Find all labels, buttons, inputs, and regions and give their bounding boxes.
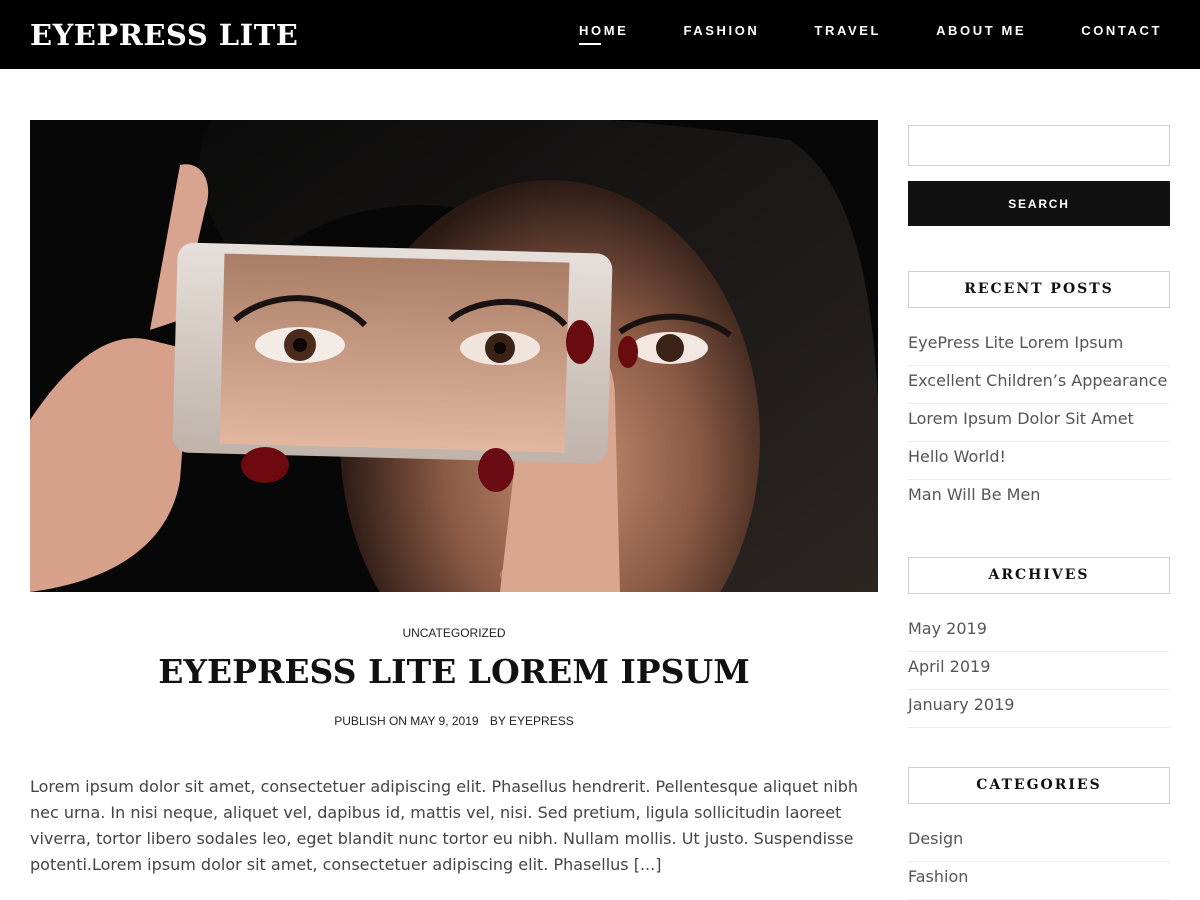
- post-title[interactable]: EYEPRESS LITE LOREM IPSUM: [30, 652, 878, 691]
- categories-title: CATEGORIES: [908, 767, 1170, 804]
- site-header: EYEPRESS LITE HOME FASHION TRAVEL ABOUT …: [0, 0, 1200, 69]
- archive-link[interactable]: April 2019: [908, 652, 1170, 682]
- archives-list: May 2019 April 2019 January 2019: [908, 614, 1170, 728]
- post-excerpt: Lorem ipsum dolor sit amet, consectetuer…: [30, 777, 859, 874]
- post-date[interactable]: PUBLISH ON MAY 9, 2019: [334, 714, 478, 728]
- list-item: Man Will Be Men: [908, 480, 1170, 518]
- nav-home[interactable]: HOME: [579, 23, 628, 45]
- recent-post-link[interactable]: Man Will Be Men: [908, 480, 1170, 510]
- list-item: Hello World!: [908, 442, 1170, 480]
- list-item: EyePress Lite Lorem Ipsum: [908, 328, 1170, 366]
- category-link[interactable]: Design: [908, 824, 1170, 854]
- archive-link[interactable]: May 2019: [908, 614, 1170, 644]
- recent-posts-title: RECENT POSTS: [908, 271, 1170, 308]
- post-meta: PUBLISH ON MAY 9, 2019 BY EYEPRESS: [30, 714, 878, 728]
- recent-post-link[interactable]: EyePress Lite Lorem Ipsum: [908, 328, 1170, 358]
- nav-travel[interactable]: TRAVEL: [814, 23, 881, 38]
- post-author[interactable]: BY EYEPRESS: [490, 714, 574, 728]
- archives-title: ARCHIVES: [908, 557, 1170, 594]
- recent-post-link[interactable]: Excellent Children’s Appearance: [908, 366, 1170, 396]
- list-item: January 2019: [908, 690, 1170, 728]
- recent-posts-list: EyePress Lite Lorem Ipsum Excellent Chil…: [908, 328, 1170, 518]
- categories-list: Design Fashion: [908, 824, 1170, 900]
- list-item: April 2019: [908, 652, 1170, 690]
- list-item: Design: [908, 824, 1170, 862]
- archive-link[interactable]: January 2019: [908, 690, 1170, 720]
- featured-image[interactable]: [30, 120, 878, 592]
- list-item: Lorem Ipsum Dolor Sit Amet: [908, 404, 1170, 442]
- list-item: May 2019: [908, 614, 1170, 652]
- site-logo[interactable]: EYEPRESS LITE: [30, 18, 298, 52]
- nav-contact[interactable]: CONTACT: [1081, 23, 1162, 38]
- search-input[interactable]: [908, 125, 1170, 166]
- search-button[interactable]: SEARCH: [908, 181, 1170, 226]
- nav-about-me[interactable]: ABOUT ME: [936, 23, 1026, 38]
- recent-post-link[interactable]: Hello World!: [908, 442, 1170, 472]
- list-item: Excellent Children’s Appearance: [908, 366, 1170, 404]
- list-item: Fashion: [908, 862, 1170, 900]
- post-category[interactable]: UNCATEGORIZED: [30, 626, 878, 640]
- category-link[interactable]: Fashion: [908, 862, 1170, 892]
- recent-post-link[interactable]: Lorem Ipsum Dolor Sit Amet: [908, 404, 1170, 434]
- nav-fashion[interactable]: FASHION: [683, 23, 759, 38]
- featured-image-illustration: [30, 120, 878, 592]
- main-nav: HOME FASHION TRAVEL ABOUT ME CONTACT: [524, 0, 1162, 69]
